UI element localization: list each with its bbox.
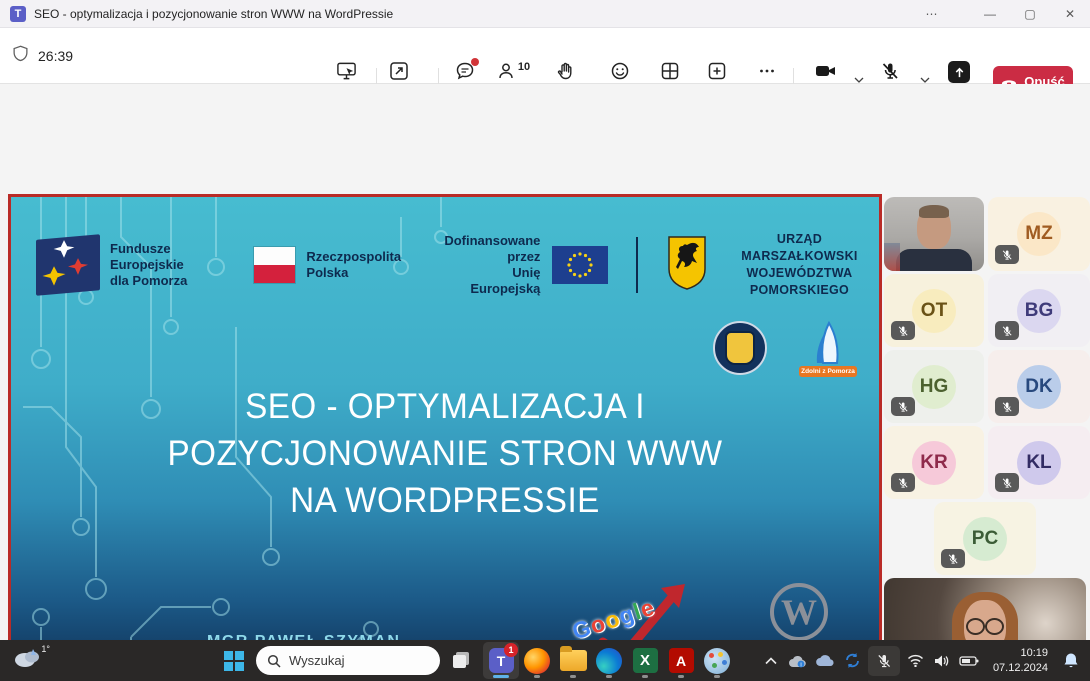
- taskbar-teams-icon[interactable]: T 1: [483, 642, 519, 679]
- window-minimize-icon[interactable]: —: [970, 0, 1010, 28]
- system-tray: i 10:19 07.12.2024: [758, 640, 1090, 681]
- muted-mic-icon: [995, 473, 1019, 492]
- zdolni-z-pomorza-logo: Zdolni z Pomorza: [799, 321, 857, 381]
- meeting-toolbar: 26:39 Steruj Nowe okno Czat 10 Osoby: [0, 28, 1090, 84]
- participant-tile[interactable]: BG: [988, 274, 1090, 347]
- participant-tile[interactable]: OT: [884, 274, 984, 347]
- uniwersytet-morski-gdynia-logo: [713, 321, 767, 375]
- eu-funds-label: Fundusze Europejskie dla Pomorza: [110, 241, 215, 290]
- tray-volume-icon[interactable]: [929, 640, 956, 681]
- search-input[interactable]: Wyszukaj: [256, 646, 440, 675]
- participant-tile[interactable]: PC: [934, 502, 1036, 575]
- participant-tile[interactable]: HG: [884, 350, 984, 423]
- participant-face: [917, 207, 951, 249]
- eu-funds-logo: [36, 234, 100, 296]
- search-icon: [267, 654, 281, 668]
- taskbar-apps: T 1 X A: [483, 642, 735, 679]
- tray-sync-icon[interactable]: [839, 640, 866, 681]
- tray-notification-bell-icon[interactable]: [1056, 640, 1086, 681]
- muted-mic-icon: [995, 245, 1019, 264]
- window-maximize-icon[interactable]: ▢: [1010, 0, 1050, 28]
- poland-flag: [253, 246, 296, 284]
- tray-date: 07.12.2024: [993, 661, 1048, 676]
- muted-mic-icon: [891, 397, 915, 416]
- share-icon: [948, 61, 970, 83]
- meeting-stage: Fundusze Europejskie dla Pomorza Rzeczpo…: [0, 84, 1090, 640]
- teams-notification-badge: 1: [504, 643, 518, 657]
- window-title: SEO - optymalizacja i pozycjonowanie str…: [34, 7, 393, 21]
- weather-temperature: 1°: [41, 644, 50, 654]
- video-background-detail: [884, 243, 900, 271]
- avatar: PC: [963, 517, 1007, 561]
- tray-cloud-info-icon[interactable]: i: [785, 640, 812, 681]
- participant-tile[interactable]: MZ: [988, 197, 1090, 271]
- muted-mic-icon: [995, 321, 1019, 340]
- shield-icon: [12, 44, 29, 68]
- logo-divider: [636, 237, 638, 293]
- svg-text:i: i: [801, 662, 802, 668]
- avatar: BG: [1017, 289, 1061, 333]
- tray-wifi-icon[interactable]: [902, 640, 929, 681]
- participant-shirt: [896, 249, 972, 271]
- teams-app-icon: T: [10, 6, 26, 22]
- weather-widget[interactable]: 1°: [12, 645, 48, 676]
- wordpress-w-icon: W: [770, 583, 828, 641]
- avatar: OT: [912, 289, 956, 333]
- avatar: MZ: [1017, 212, 1061, 256]
- pomorskie-crest: [666, 235, 708, 296]
- muted-mic-icon: [941, 549, 965, 568]
- taskbar-paint-icon[interactable]: [699, 642, 735, 679]
- avatar: HG: [912, 365, 956, 409]
- taskbar-acrobat-icon[interactable]: A: [663, 642, 699, 679]
- chat-notification-dot: [471, 58, 479, 66]
- participant-tile[interactable]: KR: [884, 426, 984, 499]
- partner-logos: Zdolni z Pomorza: [713, 321, 857, 381]
- avatar: KR: [912, 441, 956, 485]
- window-titlebar: T SEO - optymalizacja i pozycjonowanie s…: [0, 0, 1090, 28]
- slide-title: SEO - OPTYMALIZACJA I POZYCJONOWANIE STR…: [33, 383, 858, 524]
- window-close-icon[interactable]: ✕: [1050, 0, 1090, 28]
- teams-meeting-window: T SEO - optymalizacja i pozycjonowanie s…: [0, 0, 1090, 681]
- search-placeholder: Wyszukaj: [289, 653, 345, 668]
- task-view-button[interactable]: [450, 649, 474, 673]
- eu-flag: [552, 246, 608, 284]
- marshal-office-label: URZĄD MARSZAŁKOWSKI WOJEWÓDZTWA POMORSKI…: [720, 231, 879, 299]
- eu-funding-label: Dofinansowane przez Unię Europejską: [439, 233, 540, 298]
- muted-mic-icon: [891, 473, 915, 492]
- participant-video-tile[interactable]: [884, 197, 984, 271]
- active-app-indicator: [493, 675, 509, 678]
- muted-mic-icon: [995, 397, 1019, 416]
- participant-tile[interactable]: KL: [988, 426, 1090, 499]
- poland-label: Rzeczpospolita Polska: [306, 249, 401, 282]
- tray-chevron-icon[interactable]: [758, 640, 785, 681]
- tray-battery-icon[interactable]: [956, 640, 983, 681]
- window-more-icon[interactable]: ⋯: [912, 0, 952, 28]
- funding-logos-row: Fundusze Europejskie dla Pomorza Rzeczpo…: [36, 234, 879, 296]
- tray-time: 10:19: [993, 646, 1048, 661]
- meeting-timer: 26:39: [38, 48, 73, 64]
- tray-clock[interactable]: 10:19 07.12.2024: [993, 646, 1048, 676]
- tray-mic-muted-icon[interactable]: [868, 646, 900, 676]
- shared-screen-slide: Fundusze Europejskie dla Pomorza Rzeczpo…: [8, 194, 882, 681]
- taskbar-edge-icon[interactable]: [591, 642, 627, 679]
- taskbar-firefox-icon[interactable]: [519, 642, 555, 679]
- tray-onedrive-icon[interactable]: [812, 640, 839, 681]
- avatar: DK: [1017, 365, 1061, 409]
- start-button[interactable]: [222, 649, 246, 673]
- windows-taskbar: 1° Wyszukaj T 1 X A: [0, 640, 1090, 681]
- muted-mic-icon: [891, 321, 915, 340]
- participant-glasses: [965, 618, 1005, 632]
- taskbar-excel-icon[interactable]: X: [627, 642, 663, 679]
- avatar: KL: [1017, 441, 1061, 485]
- participant-tile[interactable]: DK: [988, 350, 1090, 423]
- zdolni-z-pomorza-label: Zdolni z Pomorza: [799, 366, 857, 377]
- taskbar-explorer-icon[interactable]: [555, 642, 591, 679]
